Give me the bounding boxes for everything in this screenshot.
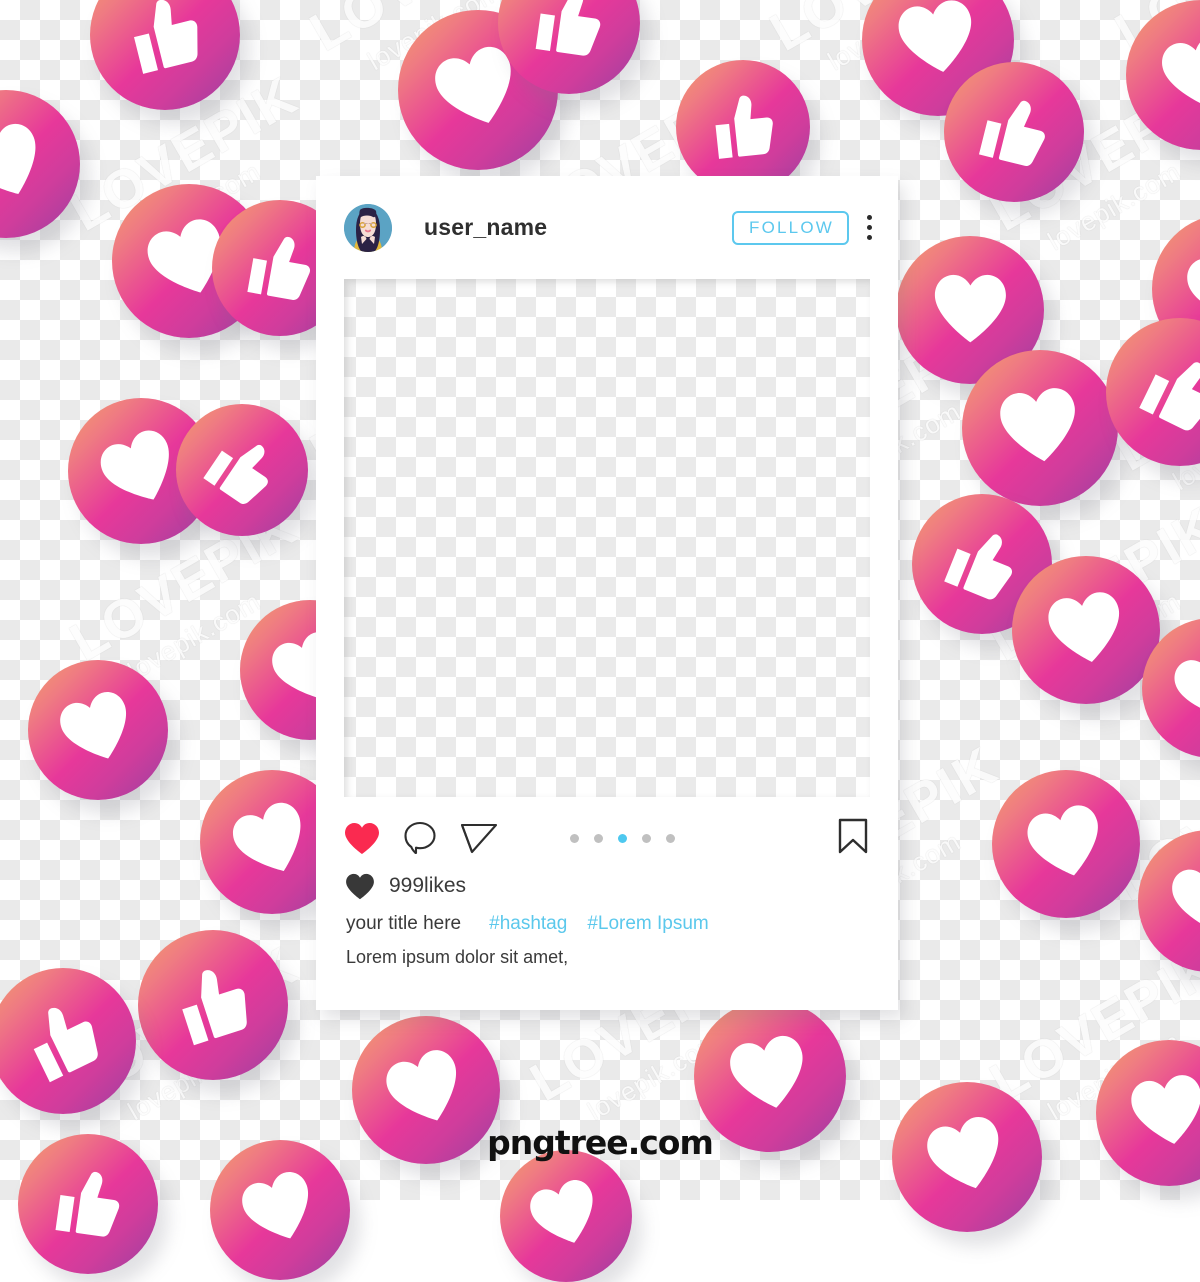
paper-plane-icon xyxy=(460,823,498,854)
heart-icon xyxy=(530,1180,593,1244)
bookmark-icon xyxy=(838,818,868,853)
heart-icon xyxy=(730,1036,803,1109)
thumbs-up-icon xyxy=(247,237,311,301)
heart-icon xyxy=(60,691,127,759)
caption-row: your title here #hashtag #Lorem Ipsum xyxy=(316,899,898,935)
carousel-dot[interactable] xyxy=(666,833,675,843)
heart-icon xyxy=(1048,591,1119,662)
more-dot xyxy=(867,235,872,240)
heart-reaction-bubble xyxy=(1138,830,1200,972)
heart-reaction-bubble xyxy=(0,90,80,238)
thumbs-up-icon xyxy=(33,1008,98,1083)
thumbs-up-reaction-bubble xyxy=(90,0,240,110)
hashtag-1[interactable]: #hashtag xyxy=(489,913,567,935)
thumbs-up-icon xyxy=(55,1171,120,1237)
carousel-dot[interactable] xyxy=(642,833,651,843)
thumbs-up-reaction-bubble xyxy=(0,968,136,1114)
more-options-icon[interactable] xyxy=(863,215,876,240)
heart-icon xyxy=(1172,864,1200,932)
thumbs-up-icon xyxy=(134,0,198,74)
thumbs-up-icon xyxy=(715,95,773,159)
heart-icon xyxy=(1000,388,1075,462)
carousel-dot[interactable] xyxy=(594,833,603,843)
heart-filled-icon xyxy=(345,822,379,854)
heart-icon xyxy=(934,274,1006,342)
thumbs-up-icon xyxy=(203,445,269,505)
thumbs-up-reaction-bubble xyxy=(944,62,1084,202)
heart-reaction-bubble xyxy=(992,770,1140,918)
heart-reaction-bubble xyxy=(1126,0,1200,150)
heart-reaction-bubble xyxy=(1096,1040,1200,1186)
instagram-post-card: user_name FOLLOW 999likes your title her… xyxy=(316,176,898,1010)
pngtree-watermark: pngtree.com xyxy=(487,1123,714,1162)
hashtag-2[interactable]: #Lorem Ipsum xyxy=(587,913,708,935)
thumbs-up-reaction-bubble xyxy=(676,60,810,194)
heart-filled-dark-icon xyxy=(346,873,374,899)
post-action-bar xyxy=(316,797,898,859)
share-button[interactable] xyxy=(460,821,498,855)
save-button[interactable] xyxy=(838,818,868,859)
thumbs-up-icon xyxy=(1138,361,1200,430)
heart-reaction-bubble xyxy=(500,1150,632,1282)
heart-icon xyxy=(242,1171,309,1239)
carousel-dots[interactable] xyxy=(570,833,675,843)
heart-reaction-bubble xyxy=(962,350,1118,506)
heart-icon xyxy=(1162,35,1200,107)
post-header-actions: FOLLOW xyxy=(732,210,876,245)
thumbs-up-reaction-bubble xyxy=(1106,318,1200,466)
thumbs-up-icon xyxy=(182,970,247,1046)
caption-title: your title here xyxy=(346,913,462,934)
heart-icon xyxy=(0,123,35,194)
thumbs-up-reaction-bubble xyxy=(176,404,308,536)
heart-reaction-bubble xyxy=(1012,556,1160,704)
username-label: user_name xyxy=(424,214,548,240)
carousel-dot[interactable] xyxy=(570,833,579,843)
thumbs-up-icon xyxy=(978,100,1045,166)
heart-icon xyxy=(1027,804,1098,876)
heart-icon xyxy=(232,802,301,871)
comment-button[interactable] xyxy=(404,821,438,855)
post-image-placeholder[interactable] xyxy=(344,279,870,797)
thumbs-up-icon xyxy=(536,0,601,57)
comment-bubble-icon xyxy=(404,821,436,855)
likes-count-label: 999likes xyxy=(389,874,467,897)
carousel-dot-active[interactable] xyxy=(618,833,627,843)
heart-reaction-bubble xyxy=(28,660,168,800)
likes-row: 999likes xyxy=(316,859,898,899)
post-header: user_name FOLLOW xyxy=(316,176,898,279)
more-dot xyxy=(867,215,872,220)
more-dot xyxy=(867,225,872,230)
avatar[interactable] xyxy=(344,203,392,252)
thumbs-up-reaction-bubble xyxy=(138,930,288,1080)
like-button[interactable] xyxy=(344,822,380,855)
follow-button[interactable]: FOLLOW xyxy=(732,210,849,245)
heart-icon xyxy=(1174,650,1200,717)
caption-body: Lorem ipsum dolor sit amet, xyxy=(346,947,569,967)
